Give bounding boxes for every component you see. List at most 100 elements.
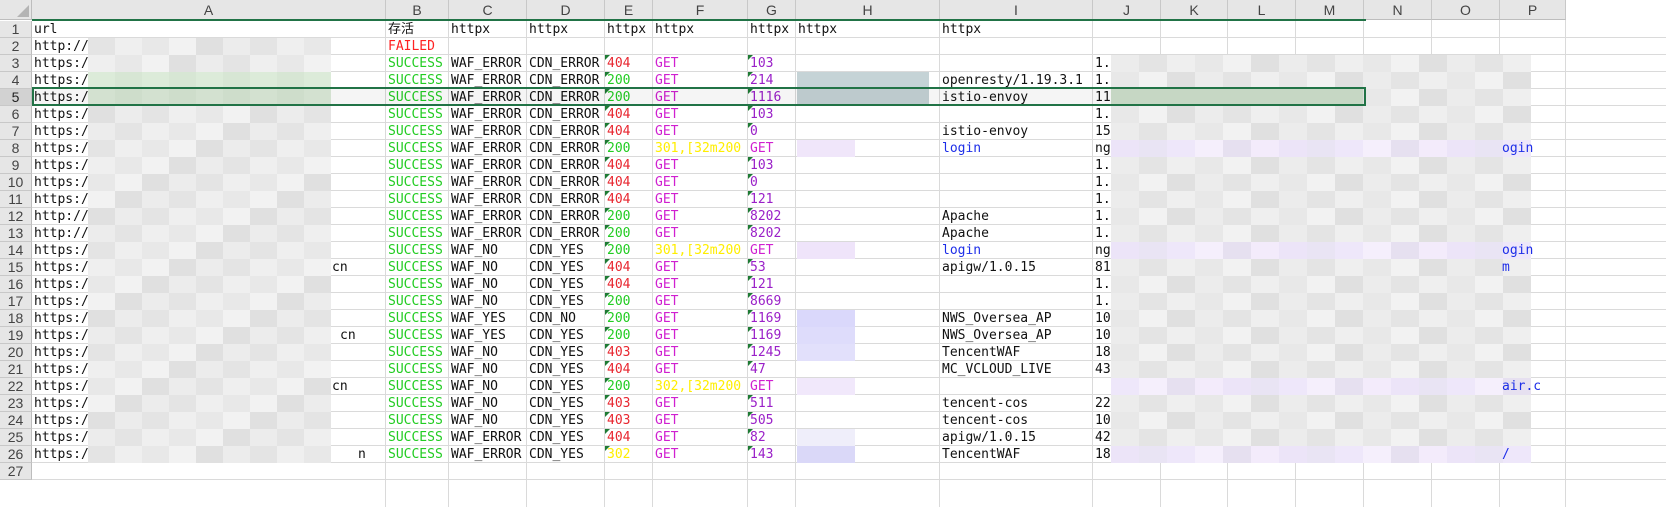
cell-j[interactable]: 1.	[1093, 157, 1161, 174]
cell-g[interactable]: GET	[748, 140, 796, 157]
cell-b[interactable]: SUCCESS	[386, 344, 449, 361]
cell-d[interactable]: CDN_ERROR	[527, 191, 605, 208]
cell-i[interactable]: tencent-cos	[940, 395, 1093, 412]
cell-a[interactable]: https:/	[32, 310, 386, 327]
row-header[interactable]: 5	[0, 89, 32, 106]
column-title-h[interactable]: httpx	[796, 21, 940, 38]
row-header[interactable]: 21	[0, 361, 32, 378]
cell-b[interactable]: SUCCESS	[386, 429, 449, 446]
column-header-j[interactable]: J	[1093, 0, 1161, 20]
cell-a[interactable]: http://	[32, 208, 386, 225]
cell-d[interactable]: CDN_YES	[527, 242, 605, 259]
cell-f[interactable]: GET	[653, 157, 748, 174]
cell-g[interactable]: 47	[748, 361, 796, 378]
cell-b[interactable]: SUCCESS	[386, 276, 449, 293]
cell-c[interactable]: WAF_ERROR	[449, 446, 527, 463]
cell-f[interactable]: GET	[653, 361, 748, 378]
cell-a[interactable]: https:/	[32, 344, 386, 361]
cell-d[interactable]: CDN_YES	[527, 293, 605, 310]
cell-j[interactable]: ng	[1093, 242, 1161, 259]
cell-g[interactable]: 8202	[748, 225, 796, 242]
cell-g[interactable]: 121	[748, 276, 796, 293]
row-header[interactable]: 6	[0, 106, 32, 123]
cell-c[interactable]: WAF_NO	[449, 276, 527, 293]
cell-d[interactable]: CDN_ERROR	[527, 208, 605, 225]
row-header[interactable]: 1	[0, 21, 32, 38]
row-header[interactable]: 24	[0, 412, 32, 429]
row-header[interactable]: 19	[0, 327, 32, 344]
cell-j[interactable]: 1.	[1093, 208, 1161, 225]
cell-i[interactable]: TencentWAF	[940, 344, 1093, 361]
cell-c[interactable]: WAF_NO	[449, 361, 527, 378]
cell-a[interactable]: https:/	[32, 395, 386, 412]
cell-i[interactable]: login	[940, 242, 1093, 259]
column-header-e[interactable]: E	[605, 0, 653, 20]
cell-b[interactable]: SUCCESS	[386, 242, 449, 259]
cell-d[interactable]: CDN_YES	[527, 412, 605, 429]
cell-e[interactable]: 200	[605, 140, 653, 157]
cell-d[interactable]: CDN_ERROR	[527, 123, 605, 140]
cell-g[interactable]: 8202	[748, 208, 796, 225]
cell-c[interactable]: WAF_NO	[449, 412, 527, 429]
cell-c[interactable]: WAF_YES	[449, 327, 527, 344]
cell-p[interactable]: air.c	[1500, 378, 1566, 395]
cell-i[interactable]: tencent-cos	[940, 412, 1093, 429]
spreadsheet-grid[interactable]: A B C D E F G H I J K L M N O P 1 2 3 4 5 6 7 8 9 10 11 12 13 14 15 16 1…	[0, 0, 1666, 507]
row-header[interactable]: 7	[0, 123, 32, 140]
cell-d[interactable]: CDN_ERROR	[527, 106, 605, 123]
column-header-a[interactable]: A	[32, 0, 386, 20]
cell-c[interactable]: WAF_ERROR	[449, 208, 527, 225]
column-title-g[interactable]: httpx	[748, 21, 796, 38]
cell-a[interactable]: https:/	[32, 242, 386, 259]
cell-e[interactable]: 403	[605, 395, 653, 412]
cell-a[interactable]: https:/	[32, 276, 386, 293]
cell-e[interactable]: 403	[605, 344, 653, 361]
cell-a-tail[interactable]: cn	[338, 327, 368, 344]
cell-e[interactable]: 404	[605, 55, 653, 72]
row-header[interactable]: 26	[0, 446, 32, 463]
cell-a[interactable]: https:/	[32, 191, 386, 208]
cell-d[interactable]: CDN_YES	[527, 327, 605, 344]
cell-g[interactable]: GET	[748, 242, 796, 259]
cell-f[interactable]: 301,[32m200	[653, 242, 748, 259]
cell-e[interactable]: 302	[605, 446, 653, 463]
column-header-o[interactable]: O	[1432, 0, 1500, 20]
row-header[interactable]: 23	[0, 395, 32, 412]
cell-j[interactable]: 22	[1093, 395, 1161, 412]
cell-e[interactable]: 404	[605, 157, 653, 174]
cell-e[interactable]: 200	[605, 242, 653, 259]
cell-e[interactable]: 403	[605, 412, 653, 429]
cell-a-tail[interactable]: cn	[330, 378, 360, 395]
cell-j[interactable]: 10	[1093, 412, 1161, 429]
column-title-f[interactable]: httpx	[653, 21, 748, 38]
cell-e[interactable]: 200	[605, 293, 653, 310]
cell-e[interactable]: 200	[605, 225, 653, 242]
cell-j[interactable]: 1.	[1093, 276, 1161, 293]
column-header-k[interactable]: K	[1161, 0, 1228, 20]
cell-d[interactable]: CDN_YES	[527, 429, 605, 446]
cell-f[interactable]: GET	[653, 259, 748, 276]
cell-a[interactable]: https:/	[32, 446, 386, 463]
cell-a[interactable]: https:/	[32, 157, 386, 174]
cell-g[interactable]: 0	[748, 174, 796, 191]
column-title-d[interactable]: httpx	[527, 21, 605, 38]
cell-c[interactable]: WAF_ERROR	[449, 55, 527, 72]
cell-d[interactable]: CDN_YES	[527, 276, 605, 293]
cell-a[interactable]: https:/	[32, 429, 386, 446]
cell-j[interactable]: 1.	[1093, 174, 1161, 191]
cell-a[interactable]: http://	[32, 225, 386, 242]
cell-g[interactable]: 121	[748, 191, 796, 208]
row-header[interactable]: 8	[0, 140, 32, 157]
row-header[interactable]: 17	[0, 293, 32, 310]
cell-b[interactable]: SUCCESS	[386, 361, 449, 378]
cell-f[interactable]: GET	[653, 327, 748, 344]
column-header-h[interactable]: H	[796, 0, 940, 20]
cell-i[interactable]: istio-envoy	[940, 123, 1093, 140]
cell-b[interactable]: SUCCESS	[386, 123, 449, 140]
cell-b[interactable]: SUCCESS	[386, 225, 449, 242]
cell-f[interactable]: GET	[653, 208, 748, 225]
cell-b[interactable]: SUCCESS	[386, 106, 449, 123]
cell-j[interactable]: 1.	[1093, 55, 1161, 72]
cell-b[interactable]: SUCCESS	[386, 395, 449, 412]
cell-d[interactable]: CDN_YES	[527, 259, 605, 276]
